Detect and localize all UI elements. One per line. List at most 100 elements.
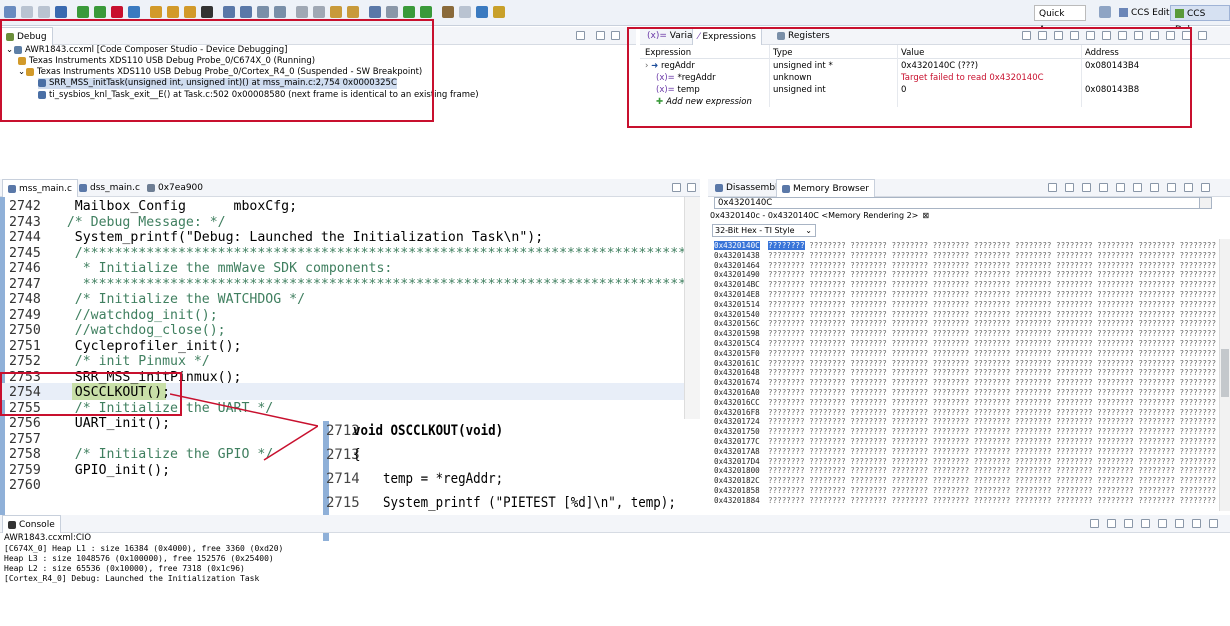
memory-address[interactable]: 0x4320177C <box>714 437 760 446</box>
terminate-icon[interactable] <box>111 6 123 18</box>
memory-values[interactable]: ???????? ???????? ???????? ???????? ????… <box>768 329 1216 338</box>
code-line[interactable]: /* Debug Message: */ <box>9 215 226 230</box>
tab-disassembly-addr[interactable]: 0x7ea900 <box>142 179 208 197</box>
memory-values[interactable]: ???????? ???????? ???????? ???????? ????… <box>768 251 1216 260</box>
memory-address[interactable]: 0x43201858 <box>714 486 760 495</box>
memory-values[interactable]: ???????? ???????? ???????? ???????? ????… <box>768 437 1216 446</box>
memory-values[interactable]: ???????? ???????? ???????? ???????? ????… <box>768 398 1216 407</box>
code-line[interactable]: /***************************************… <box>9 246 694 261</box>
next-annotation-icon[interactable] <box>476 6 488 18</box>
search-icon[interactable] <box>442 6 454 18</box>
memory-address[interactable]: 0x432014E8 <box>714 290 760 299</box>
memory-address[interactable]: 0x43201514 <box>714 300 760 309</box>
pin-console-icon[interactable] <box>1141 519 1150 528</box>
memory-address[interactable]: 0x4320156C <box>714 319 760 328</box>
memory-address[interactable]: 0x432016F8 <box>714 408 760 417</box>
clear-console-icon[interactable] <box>1090 519 1099 528</box>
memory-address[interactable]: 0x43201598 <box>714 329 760 338</box>
memory-address[interactable]: 0x432017A8 <box>714 447 760 456</box>
open-perspective-icon[interactable] <box>1099 6 1111 18</box>
memory-values[interactable]: ???????? ???????? ???????? ???????? ????… <box>768 466 1216 475</box>
memory-values[interactable]: ???????? ???????? ???????? ???????? ????… <box>768 486 1216 495</box>
memory-values[interactable]: ???????? ???????? ???????? ???????? ????… <box>768 319 1216 328</box>
memory-format-select[interactable]: 32-Bit Hex - TI Style ⌄ <box>712 224 816 237</box>
memory-rendering-tab[interactable]: 0x4320140c - 0x4320140C <Memory Renderin… <box>710 211 929 220</box>
code-line[interactable]: /* Initialize the WATCHDOG */ <box>9 292 305 307</box>
link-icon[interactable] <box>1150 183 1159 192</box>
memory-values[interactable]: ???????? ???????? ???????? ???????? ????… <box>768 408 1216 417</box>
memory-values[interactable]: ???????? ???????? ???????? ???????? ????… <box>768 368 1216 377</box>
new-project-icon[interactable] <box>403 6 415 18</box>
restart-icon[interactable] <box>274 6 286 18</box>
step-into-icon[interactable] <box>150 6 162 18</box>
minimize-icon[interactable] <box>1192 519 1201 528</box>
memory-selected-value[interactable]: ???????? <box>768 241 805 250</box>
memory-address[interactable]: 0x432015F0 <box>714 349 760 358</box>
word-wrap-icon[interactable] <box>1124 519 1133 528</box>
open-file-icon[interactable] <box>4 6 16 18</box>
code-line[interactable]: * Initialize the mmWave SDK components: <box>9 261 393 276</box>
save-icon[interactable] <box>21 6 33 18</box>
ccs-edit-perspective[interactable]: CCS Edit <box>1115 5 1174 21</box>
memory-address[interactable]: 0x432016A0 <box>714 388 760 397</box>
run-icon[interactable] <box>369 6 381 18</box>
memory-address[interactable]: 0x432016CC <box>714 398 760 407</box>
new-rendering-icon[interactable] <box>1099 183 1108 192</box>
view-menu-icon[interactable] <box>1167 183 1176 192</box>
step-over-icon[interactable] <box>167 6 179 18</box>
highlight-icon[interactable] <box>493 6 505 18</box>
tab-console[interactable]: Console <box>2 515 61 533</box>
code-line[interactable]: /* init Pinmux */ <box>9 354 210 369</box>
build-icon[interactable] <box>330 6 342 18</box>
memory-address[interactable]: 0x432014BC <box>714 280 760 289</box>
close-icon[interactable]: ⊠ <box>922 211 929 220</box>
memory-address[interactable]: 0x432015C4 <box>714 339 760 348</box>
debug-view-menu-icon[interactable] <box>576 31 585 40</box>
memory-address[interactable]: 0x43201490 <box>714 270 760 279</box>
code-line[interactable]: System_printf("Debug: Launched the Initi… <box>9 230 543 245</box>
ccs-debug-perspective[interactable]: CCS Debug <box>1170 5 1230 35</box>
memory-address[interactable]: 0x4320140C <box>714 241 760 250</box>
maximize-icon[interactable] <box>1201 183 1210 192</box>
memory-address-input[interactable]: 0x4320140C <box>714 197 1212 209</box>
memory-values[interactable]: ???????? ???????? ???????? ???????? ????… <box>768 476 1216 485</box>
resume-icon[interactable] <box>77 6 89 18</box>
memory-values[interactable]: ???????? ???????? ???????? ???????? ????… <box>768 359 1216 368</box>
assembly-step-over-icon[interactable] <box>240 6 252 18</box>
minimize-icon[interactable] <box>672 183 681 192</box>
memory-address[interactable]: 0x4320182C <box>714 476 760 485</box>
memory-map-icon[interactable] <box>201 6 213 18</box>
connect-icon[interactable] <box>296 6 308 18</box>
memory-values[interactable]: ???????? ???????? ???????? ???????? ????… <box>768 270 1216 279</box>
memory-values[interactable]: ???????? ???????? ???????? ???????? ????… <box>768 339 1216 348</box>
external-tools-icon[interactable] <box>386 6 398 18</box>
tab-mss-main[interactable]: mss_main.c <box>2 179 78 197</box>
memory-address[interactable]: 0x43201800 <box>714 466 760 475</box>
refresh-icon[interactable] <box>1048 183 1057 192</box>
assembly-step-icon[interactable] <box>223 6 235 18</box>
memory-scroll-thumb[interactable] <box>1221 349 1229 397</box>
minimize-icon[interactable] <box>596 31 605 40</box>
maximize-icon[interactable] <box>1198 31 1207 40</box>
memory-address[interactable]: 0x43201648 <box>714 368 760 377</box>
memory-values[interactable]: ???????? ???????? ???????? ???????? ????… <box>768 290 1216 299</box>
open-console-icon[interactable] <box>1175 519 1184 528</box>
display-console-icon[interactable] <box>1158 519 1167 528</box>
code-line[interactable]: UART_init(); <box>9 416 170 431</box>
code-line[interactable]: GPIO_init(); <box>9 463 170 478</box>
maximize-icon[interactable] <box>611 31 620 40</box>
memory-values[interactable]: ???????? ???????? ???????? ???????? ????… <box>768 427 1216 436</box>
memory-values[interactable]: ???????? ???????? ???????? ???????? ????… <box>768 417 1216 426</box>
memory-values[interactable]: ???????? ???????? ???????? ???????? ????… <box>768 447 1216 456</box>
memory-address[interactable]: 0x43201438 <box>714 251 760 260</box>
code-line[interactable]: //watchdog_init(); <box>9 308 218 323</box>
task-icon[interactable] <box>459 6 471 18</box>
memory-values[interactable]: ???????? ???????? ???????? ???????? ????… <box>768 496 1216 505</box>
tab-dss-main[interactable]: dss_main.c <box>74 179 145 197</box>
maximize-icon[interactable] <box>687 183 696 192</box>
debug-icon[interactable] <box>55 6 67 18</box>
new-file-icon[interactable] <box>420 6 432 18</box>
memory-values[interactable]: ???????? ???????? ???????? ???????? ????… <box>768 388 1216 397</box>
disconnect-icon[interactable] <box>313 6 325 18</box>
memory-values[interactable]: ???????? ???????? ???????? ???????? ????… <box>768 280 1216 289</box>
